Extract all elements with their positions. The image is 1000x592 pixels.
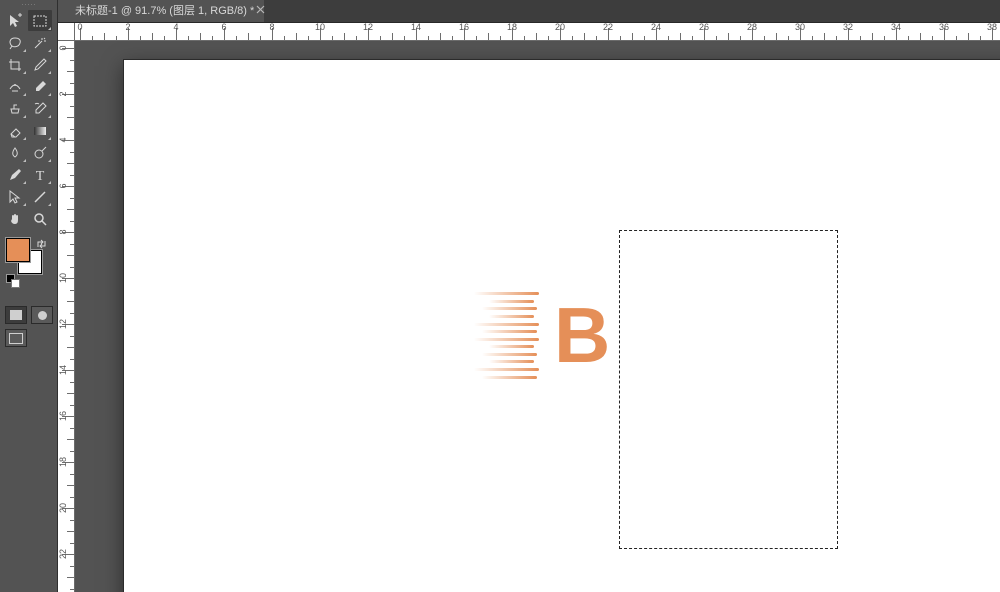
- tool-gradient[interactable]: [28, 120, 52, 141]
- tool-blur[interactable]: [3, 142, 27, 163]
- svg-text:T: T: [36, 169, 45, 183]
- toolbox-grip[interactable]: [0, 0, 57, 8]
- tool-clone-stamp[interactable]: [3, 98, 27, 119]
- close-icon[interactable]: [256, 5, 266, 15]
- tool-zoom[interactable]: [28, 208, 52, 229]
- tool-pen[interactable]: [3, 164, 27, 185]
- letter-glyph: B: [554, 291, 610, 379]
- foreground-color[interactable]: [6, 238, 30, 262]
- tool-type[interactable]: T: [28, 164, 52, 185]
- ruler-origin[interactable]: [57, 22, 75, 41]
- tool-marquee[interactable]: [28, 10, 52, 31]
- tool-grid: T: [0, 8, 57, 232]
- tool-brush[interactable]: [28, 76, 52, 97]
- horizontal-ruler[interactable]: 0246810121416182022242628303234363840: [74, 22, 1000, 41]
- screen-mode-row: [5, 329, 57, 347]
- vertical-ruler[interactable]: 024681012141618202224: [57, 40, 75, 592]
- default-colors[interactable]: [6, 274, 20, 288]
- canvas[interactable]: B: [124, 60, 1000, 592]
- tool-spot-heal[interactable]: [3, 76, 27, 97]
- document-tab-bar: 未标题-1 @ 91.7% (图层 1, RGB/8) *: [57, 0, 1000, 23]
- app-root: T 未标题-1 @ 91.7% (图层 1, RGB/8) * 02468101…: [0, 0, 1000, 592]
- selection-marquee[interactable]: [619, 230, 838, 549]
- tool-eraser[interactable]: [3, 120, 27, 141]
- tool-line[interactable]: [28, 186, 52, 207]
- motion-trail: [474, 290, 554, 381]
- document-title: 未标题-1 @ 91.7% (图层 1, RGB/8) *: [75, 5, 254, 17]
- standard-mode[interactable]: [5, 306, 27, 324]
- tool-path-select[interactable]: [3, 186, 27, 207]
- tool-crop[interactable]: [3, 54, 27, 75]
- document-tab[interactable]: 未标题-1 @ 91.7% (图层 1, RGB/8) *: [57, 0, 264, 22]
- canvas-viewport[interactable]: B: [74, 40, 1000, 592]
- toolbox: T: [0, 0, 58, 592]
- canvas-letter: B: [554, 290, 610, 381]
- tool-hand[interactable]: [3, 208, 27, 229]
- tool-move[interactable]: [3, 10, 27, 31]
- screen-mode[interactable]: [5, 329, 27, 347]
- tool-magic-wand[interactable]: [28, 32, 52, 53]
- tool-eyedropper[interactable]: [28, 54, 52, 75]
- tool-dodge[interactable]: [28, 142, 52, 163]
- tool-history-brush[interactable]: [28, 98, 52, 119]
- color-swatches: [6, 238, 57, 278]
- tool-lasso[interactable]: [3, 32, 27, 53]
- quick-mask-row: [5, 306, 57, 324]
- quick-mask-mode[interactable]: [31, 306, 53, 324]
- swap-colors-icon[interactable]: [36, 238, 48, 253]
